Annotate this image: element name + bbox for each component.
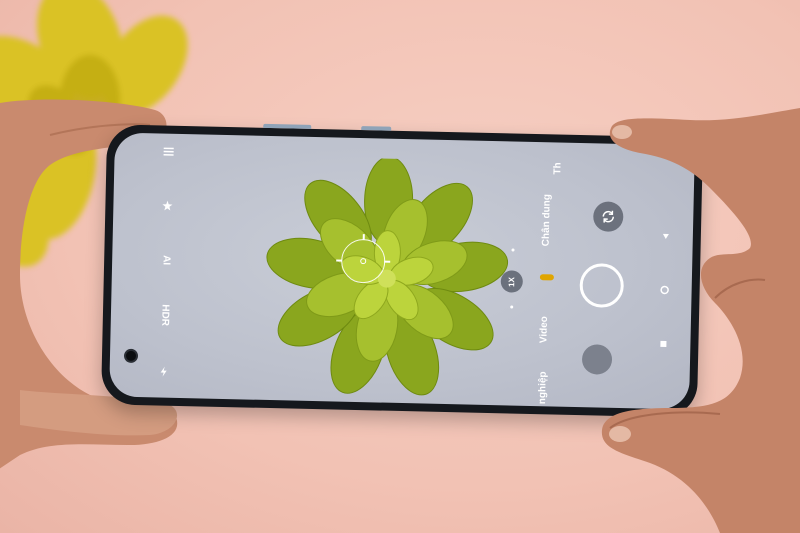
menu-icon[interactable]: [155, 145, 183, 158]
mode-portrait[interactable]: Chân dung: [541, 194, 553, 246]
filter-icon[interactable]: [153, 199, 181, 212]
mode-more-label: Th: [552, 162, 564, 175]
mode-pro[interactable]: nghiệp: [537, 371, 549, 404]
focus-center-point: [360, 258, 367, 265]
mode-more[interactable]: Th: [552, 162, 563, 174]
hdr-toggle-button[interactable]: HDR: [159, 301, 171, 329]
volume-button: [263, 123, 312, 129]
mode-video[interactable]: Video: [538, 316, 550, 343]
zoom-label: 1X: [507, 276, 517, 287]
mode-portrait-label: Chân dung: [540, 193, 553, 247]
front-camera-punch-hole: [123, 348, 139, 364]
focus-tick: [362, 234, 365, 241]
hdr-label: HDR: [159, 304, 171, 327]
mode-pro-label: nghiệp: [537, 371, 549, 405]
mode-video-label: Video: [538, 316, 551, 344]
power-button: [361, 126, 392, 131]
zoom-level-dot[interactable]: [510, 305, 514, 309]
zoom-1x-button[interactable]: 1X: [500, 270, 524, 293]
focus-tick: [384, 260, 391, 263]
ai-toggle-button[interactable]: AI: [160, 246, 172, 274]
subject-succulent: [266, 156, 509, 396]
ai-label: AI: [160, 255, 172, 266]
flash-icon[interactable]: [150, 365, 178, 378]
zoom-level-dot[interactable]: [511, 248, 515, 252]
right-hand: [601, 108, 800, 533]
photo-mode-indicator[interactable]: [539, 274, 554, 281]
focus-tick: [336, 259, 343, 262]
